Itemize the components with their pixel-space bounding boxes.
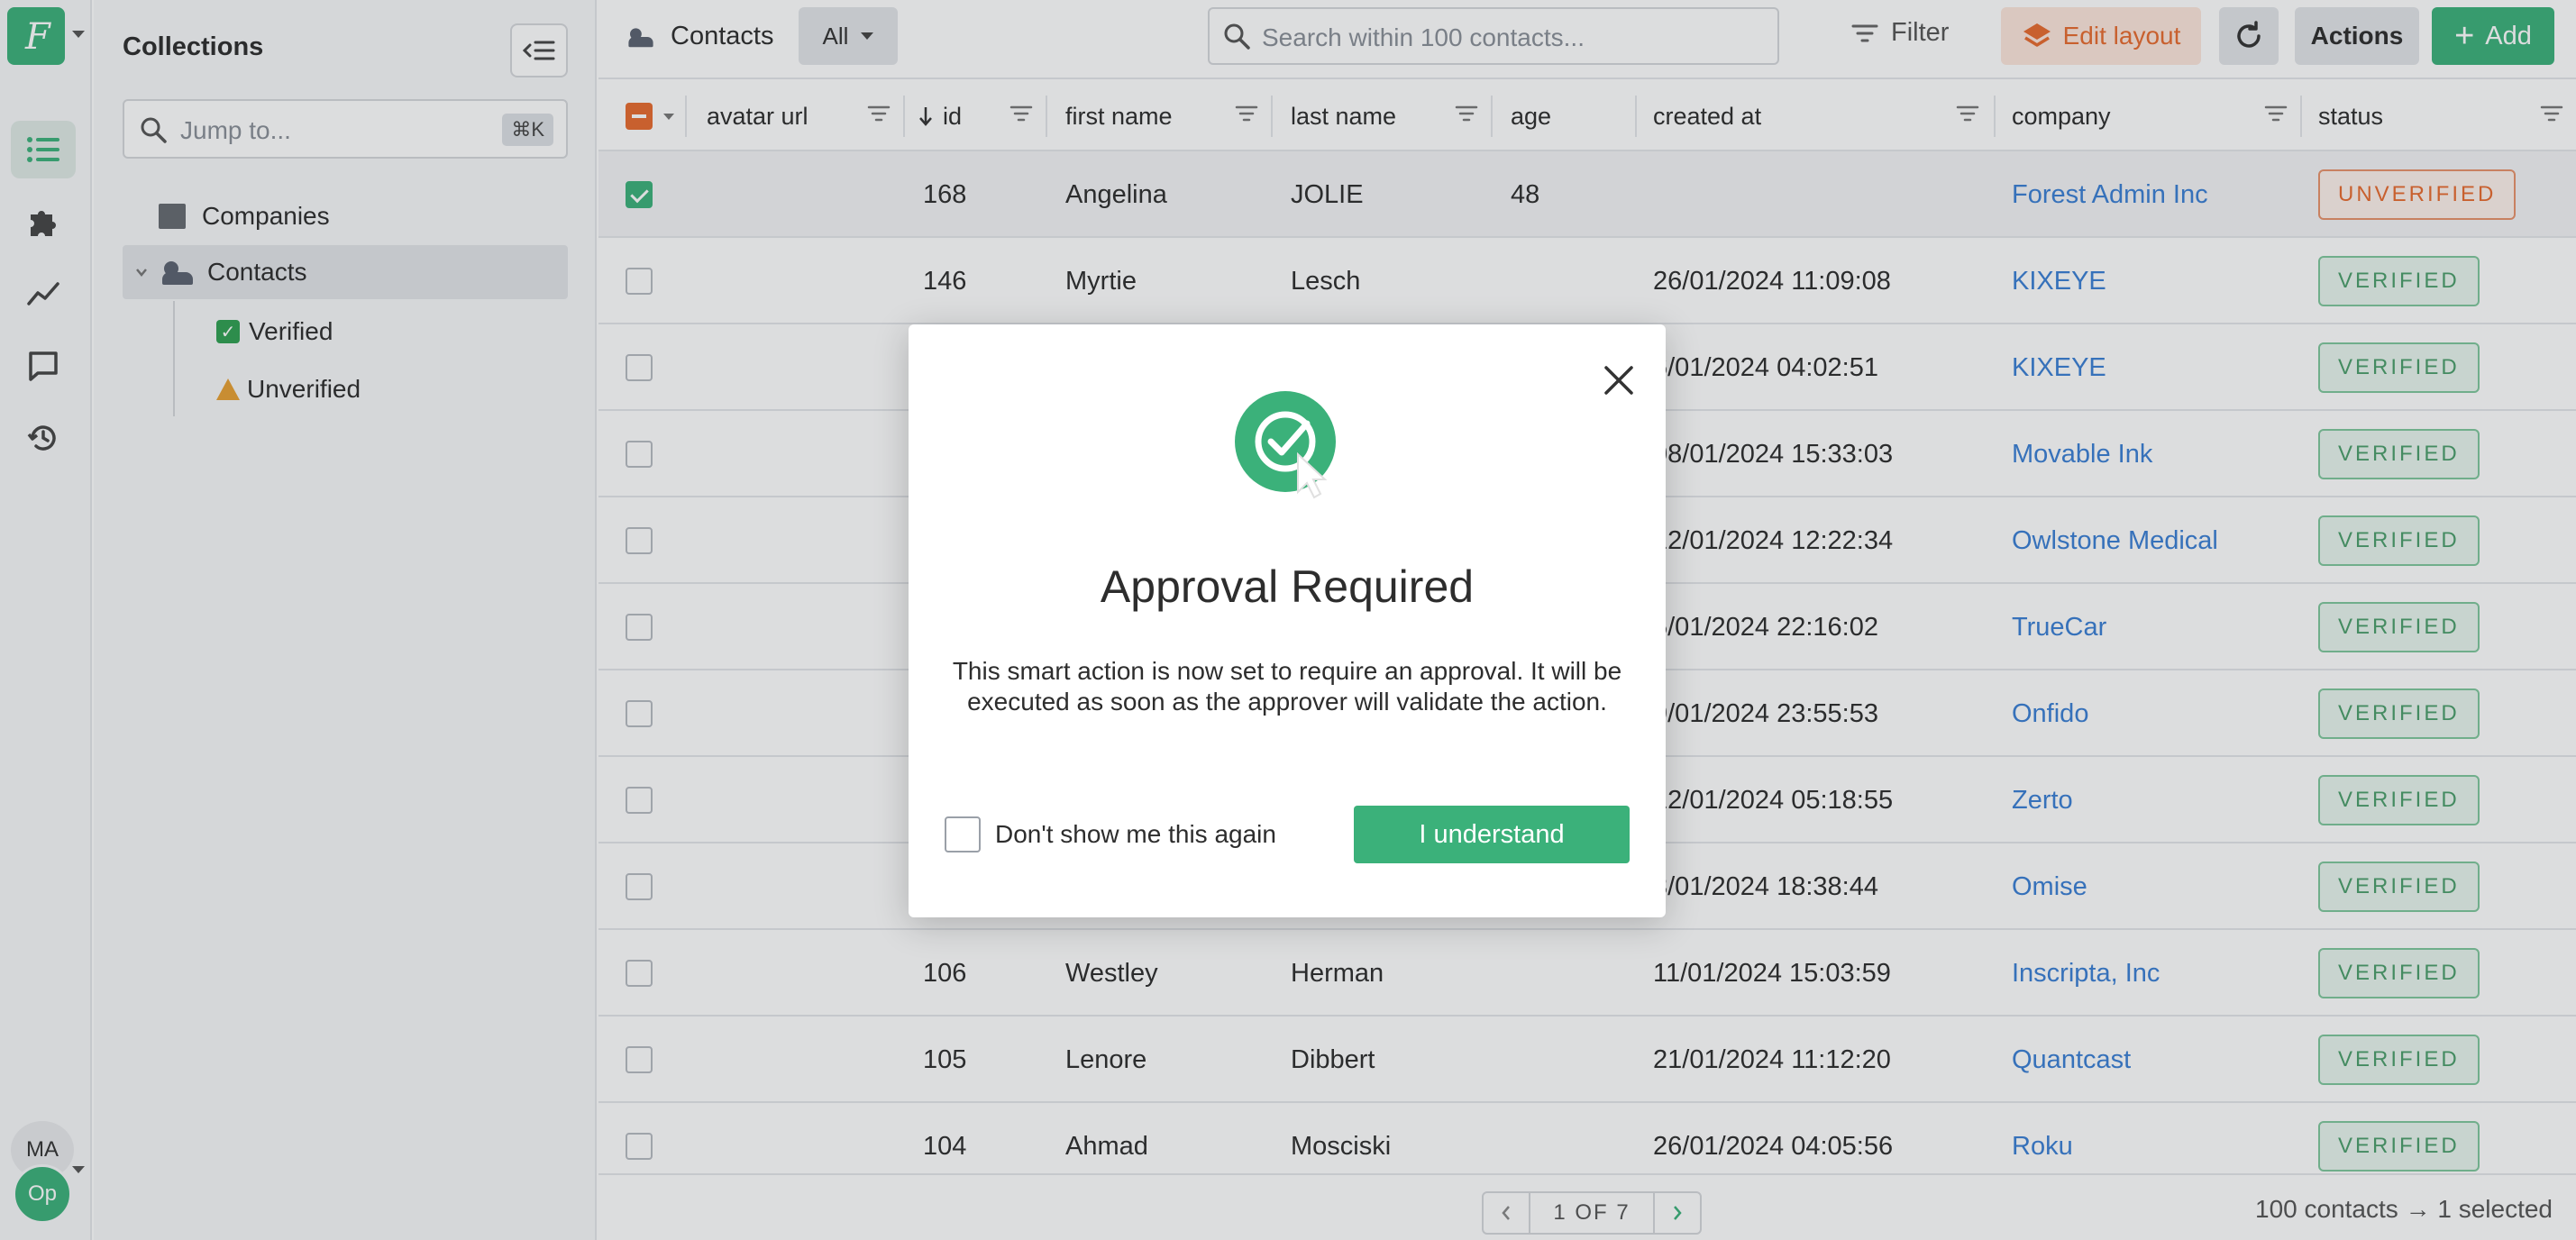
close-icon[interactable] <box>1603 364 1635 397</box>
dont-show-again-checkbox[interactable] <box>945 816 981 852</box>
modal-title: Approval Required <box>1100 561 1475 612</box>
approval-check-icon <box>1235 391 1336 499</box>
dont-show-again-label[interactable]: Don't show me this again <box>995 820 1276 849</box>
approval-required-modal: Approval Required This smart action is n… <box>909 324 1666 917</box>
modal-message: This smart action is now set to require … <box>952 657 1622 716</box>
i-understand-button[interactable]: I understand <box>1354 806 1630 863</box>
